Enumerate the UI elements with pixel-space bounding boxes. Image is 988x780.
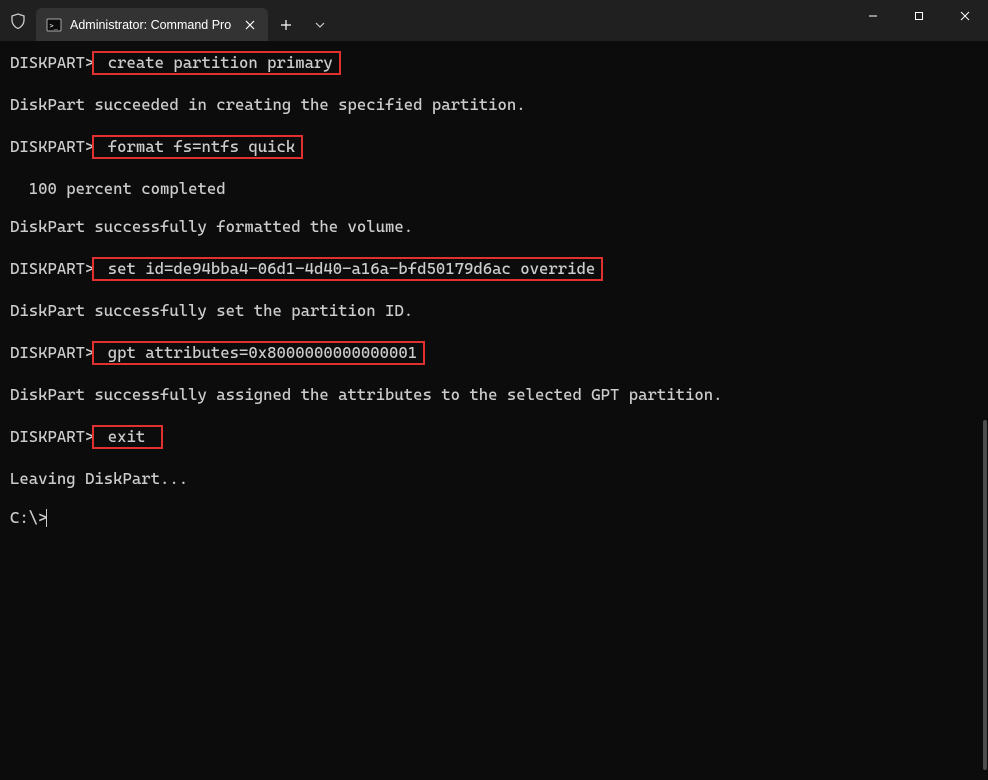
- cursor: [46, 509, 48, 527]
- command-text: format fs=ntfs quick: [98, 137, 295, 156]
- command-highlight: set id=de94bba4-06d1-4d40-a16a-bfd50179d…: [92, 257, 603, 281]
- prompt-text: DISKPART>: [10, 259, 94, 278]
- command-highlight: create partition primary: [92, 51, 340, 75]
- window-controls: [850, 0, 988, 41]
- prompt-text: DISKPART>: [10, 343, 94, 362]
- terminal-line: DiskPart successfully formatted the volu…: [10, 219, 988, 235]
- terminal-output[interactable]: DISKPART> create partition primary DiskPa…: [0, 41, 988, 527]
- terminal-line: DISKPART> exit: [10, 425, 988, 449]
- command-text: gpt attributes=0x8000000000000001: [98, 343, 417, 362]
- maximize-button[interactable]: [896, 0, 942, 32]
- svg-text:>_: >_: [50, 22, 59, 30]
- command-highlight: exit: [92, 425, 162, 449]
- cmd-icon: >_: [46, 17, 62, 33]
- tab-command-prompt[interactable]: >_ Administrator: Command Pro: [36, 8, 268, 41]
- prompt-text: DISKPART>: [10, 427, 94, 446]
- terminal-line: DiskPart successfully set the partition …: [10, 303, 988, 319]
- minimize-button[interactable]: [850, 0, 896, 32]
- terminal-line: DiskPart succeeded in creating the speci…: [10, 97, 988, 113]
- terminal-line: C:\>: [10, 509, 988, 527]
- command-text: exit: [98, 427, 154, 446]
- close-window-button[interactable]: [942, 0, 988, 32]
- command-highlight: format fs=ntfs quick: [92, 135, 303, 159]
- terminal-line: DISKPART> format fs=ntfs quick: [10, 135, 988, 159]
- shield-icon: [0, 0, 36, 41]
- scrollbar-thumb[interactable]: [983, 420, 987, 770]
- terminal-line: DISKPART> set id=de94bba4-06d1-4d40-a16a…: [10, 257, 988, 281]
- prompt-text: C:\>: [10, 508, 48, 527]
- terminal-line: 100 percent completed: [10, 181, 988, 197]
- terminal-line: DISKPART> create partition primary: [10, 51, 988, 75]
- terminal-line: DISKPART> gpt attributes=0x8000000000000…: [10, 341, 988, 365]
- terminal-line: DiskPart successfully assigned the attri…: [10, 387, 988, 403]
- prompt-text: DISKPART>: [10, 137, 94, 156]
- terminal-line: Leaving DiskPart...: [10, 471, 988, 487]
- tab-title: Administrator: Command Pro: [70, 18, 234, 32]
- new-tab-button[interactable]: [268, 8, 304, 41]
- command-text: create partition primary: [98, 53, 332, 72]
- command-text: set id=de94bba4-06d1-4d40-a16a-bfd50179d…: [98, 259, 595, 278]
- prompt-text: DISKPART>: [10, 53, 94, 72]
- command-highlight: gpt attributes=0x8000000000000001: [92, 341, 425, 365]
- titlebar: >_ Administrator: Command Pro: [0, 0, 988, 41]
- tab-dropdown-button[interactable]: [304, 8, 336, 41]
- tab-close-button[interactable]: [242, 17, 258, 33]
